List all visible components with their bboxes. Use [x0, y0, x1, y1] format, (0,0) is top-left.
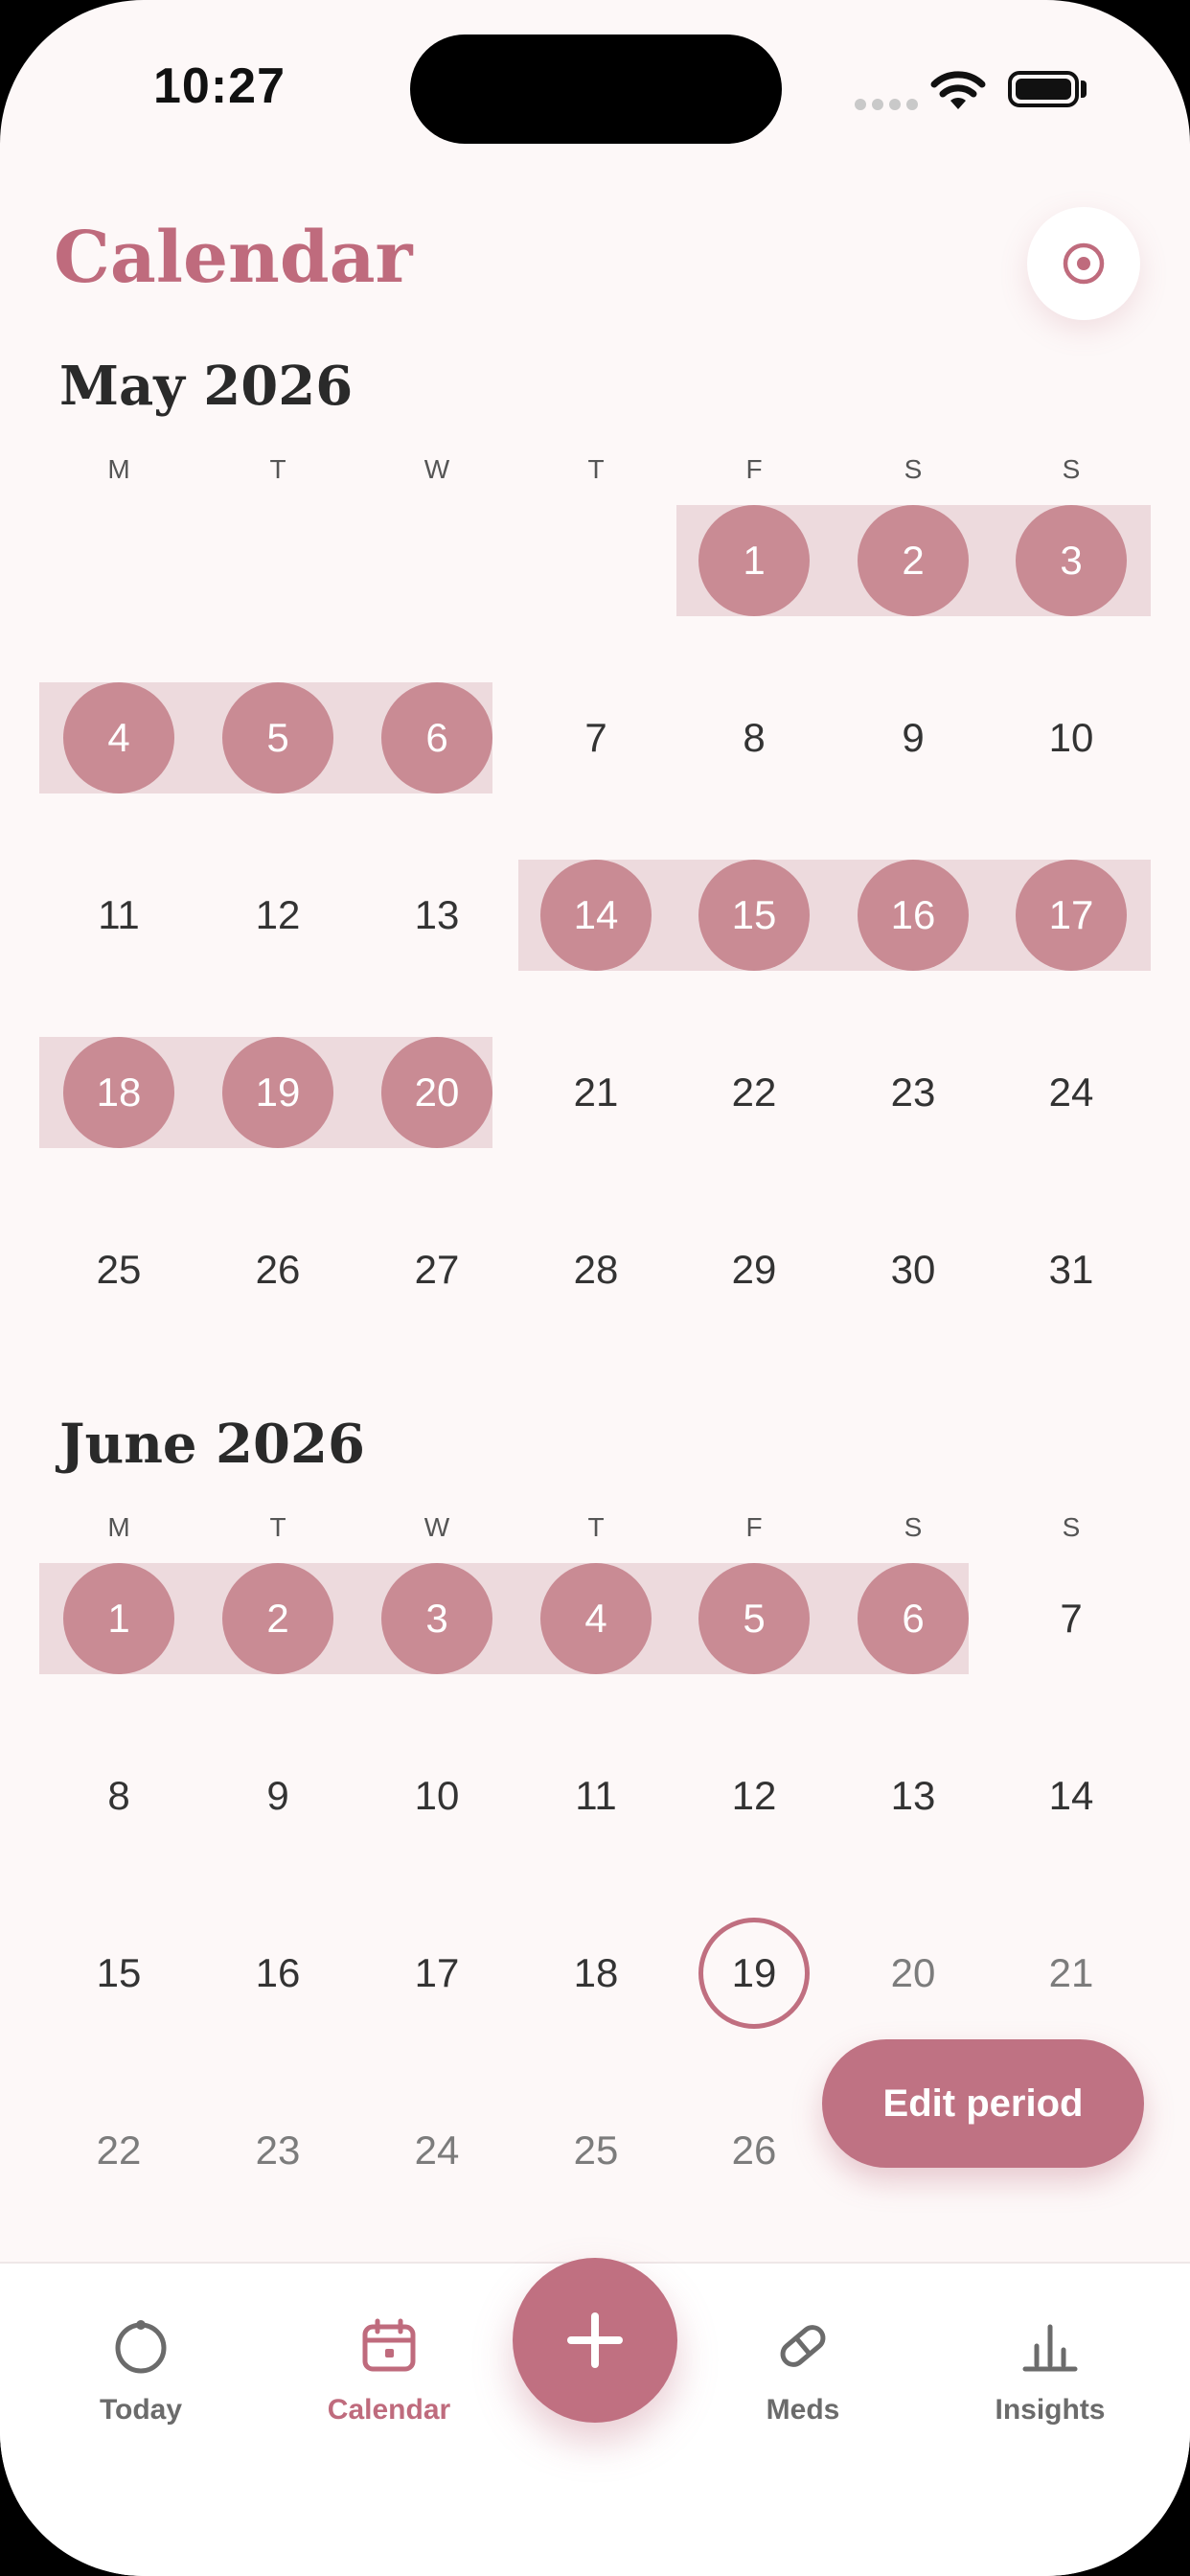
calendar-day[interactable]: 25: [540, 2095, 652, 2206]
edit-period-button[interactable]: Edit period: [822, 2039, 1144, 2168]
calendar-day-period[interactable]: 4: [540, 1563, 652, 1674]
calendar-day-period[interactable]: 16: [858, 860, 969, 971]
calendar-day-period[interactable]: 3: [1016, 505, 1127, 616]
calendar-day[interactable]: 31: [1016, 1214, 1127, 1325]
weekday-label: T: [587, 1512, 605, 1542]
calendar-day[interactable]: 12: [222, 860, 333, 971]
calendar-day[interactable]: 11: [540, 1740, 652, 1852]
calendar-day-period[interactable]: 6: [858, 1563, 969, 1674]
calendar-day-period[interactable]: 20: [381, 1037, 492, 1148]
calendar-day[interactable]: 17: [381, 1918, 492, 2029]
calendar-day-period[interactable]: 6: [381, 682, 492, 794]
calendar-day-period[interactable]: 18: [63, 1037, 174, 1148]
signal-icon: [855, 98, 924, 115]
calendar-icon: [362, 2318, 416, 2372]
calendar-day-period[interactable]: 1: [698, 505, 810, 616]
calendar-day[interactable]: 9: [858, 682, 969, 794]
period-range-band: [39, 1563, 969, 1674]
calendar-day-period[interactable]: 3: [381, 1563, 492, 1674]
weekday-label: F: [745, 454, 763, 484]
calendar-day-period[interactable]: 15: [698, 860, 810, 971]
calendar-day[interactable]: 18: [540, 1918, 652, 2029]
calendar-day-period[interactable]: 5: [222, 682, 333, 794]
weekday-label: T: [269, 454, 286, 484]
calendar-day[interactable]: 30: [858, 1214, 969, 1325]
calendar-day-period[interactable]: 14: [540, 860, 652, 971]
cycle-ring-icon: [115, 2320, 167, 2374]
calendar-day[interactable]: 24: [381, 2095, 492, 2206]
status-bar: 10:27: [0, 0, 1190, 172]
calendar-day[interactable]: 25: [63, 1214, 174, 1325]
calendar-day[interactable]: 21: [1016, 1918, 1127, 2029]
calendar-day[interactable]: 23: [858, 1037, 969, 1148]
app-screen: 10:27 Calendar May 2026 M T W T F S S 1 2 3 4 5 6 7 8 9 1…: [0, 0, 1190, 2576]
dynamic-island: [410, 34, 782, 144]
calendar-day[interactable]: 26: [698, 2095, 810, 2206]
weekday-label: S: [904, 1512, 923, 1542]
bar-chart-icon: [1022, 2324, 1078, 2372]
calendar-day[interactable]: 11: [63, 860, 174, 971]
calendar-day[interactable]: 21: [540, 1037, 652, 1148]
calendar-day-period[interactable]: 17: [1016, 860, 1127, 971]
calendar-day[interactable]: 8: [698, 682, 810, 794]
weekday-label: W: [423, 454, 450, 484]
month-title: May 2026: [59, 355, 354, 418]
status-time: 10:27: [153, 58, 286, 114]
target-icon: [1063, 242, 1105, 285]
calendar-day-period[interactable]: 5: [698, 1563, 810, 1674]
calendar-day[interactable]: 26: [222, 1214, 333, 1325]
weekday-label: S: [1062, 1512, 1081, 1542]
month-title: June 2026: [59, 1413, 365, 1476]
calendar-day[interactable]: 13: [381, 860, 492, 971]
weekday-label: T: [269, 1512, 286, 1542]
tab-label: Calendar: [327, 2394, 451, 2426]
calendar-day-period[interactable]: 1: [63, 1563, 174, 1674]
calendar-day[interactable]: 22: [698, 1037, 810, 1148]
calendar-day[interactable]: 8: [63, 1740, 174, 1852]
calendar-day[interactable]: 9: [222, 1740, 333, 1852]
tab-label: Insights: [995, 2394, 1106, 2426]
calendar-day[interactable]: 29: [698, 1214, 810, 1325]
calendar-day-today[interactable]: 19: [698, 1918, 810, 2029]
calendar-day[interactable]: 12: [698, 1740, 810, 1852]
calendar-day-period[interactable]: 2: [222, 1563, 333, 1674]
weekday-label: S: [1062, 454, 1081, 484]
calendar-day[interactable]: 10: [1016, 682, 1127, 794]
weekday-label: T: [587, 454, 605, 484]
calendar-day[interactable]: 7: [1016, 1563, 1127, 1674]
page-title: Calendar: [54, 217, 413, 299]
calendar-day-period[interactable]: 4: [63, 682, 174, 794]
weekday-label: M: [107, 1512, 130, 1542]
weekday-label: F: [745, 1512, 763, 1542]
calendar-day[interactable]: 23: [222, 2095, 333, 2206]
calendar-day[interactable]: 10: [381, 1740, 492, 1852]
wifi-icon: [930, 71, 986, 109]
calendar-day[interactable]: 28: [540, 1214, 652, 1325]
calendar-day[interactable]: 16: [222, 1918, 333, 2029]
calendar-day[interactable]: 27: [381, 1214, 492, 1325]
weekday-label: S: [904, 454, 923, 484]
weekday-label: M: [107, 454, 130, 484]
tab-label: Today: [99, 2394, 183, 2426]
tab-label: Meds: [766, 2394, 840, 2426]
calendar-day[interactable]: 13: [858, 1740, 969, 1852]
pill-icon: [780, 2325, 826, 2367]
battery-nub: [1081, 80, 1087, 98]
calendar-day[interactable]: 20: [858, 1918, 969, 2029]
calendar-day-period[interactable]: 2: [858, 505, 969, 616]
calendar-day[interactable]: 22: [63, 2095, 174, 2206]
calendar-day[interactable]: 24: [1016, 1037, 1127, 1148]
weekday-label: W: [423, 1512, 450, 1542]
jump-to-today-button[interactable]: [1027, 207, 1140, 320]
calendar-day[interactable]: 7: [540, 682, 652, 794]
calendar-day[interactable]: 15: [63, 1918, 174, 2029]
calendar-day[interactable]: 14: [1016, 1740, 1127, 1852]
battery-icon: [1008, 71, 1079, 107]
add-log-button[interactable]: [513, 2258, 677, 2423]
calendar-day-period[interactable]: 19: [222, 1037, 333, 1148]
